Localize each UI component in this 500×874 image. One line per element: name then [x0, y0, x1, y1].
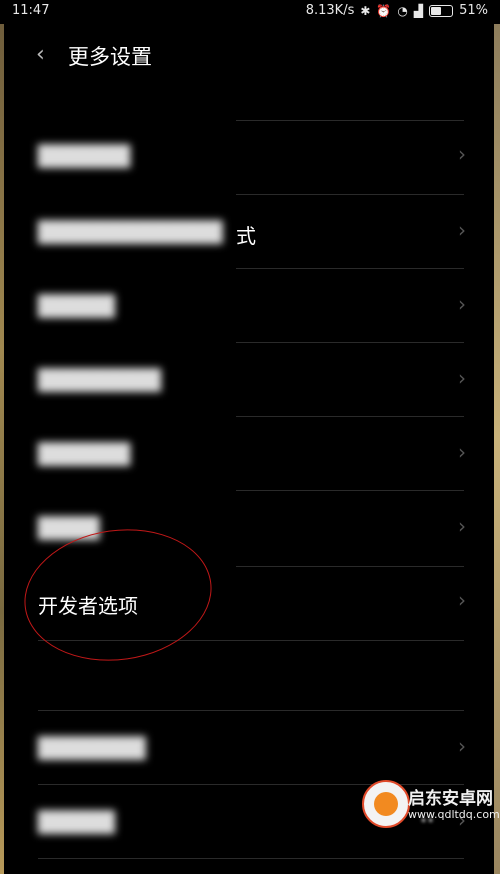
list-item[interactable]: ██████ › — [0, 120, 500, 194]
watermark-url: www.qdltdq.com — [408, 808, 500, 821]
list-item[interactable]: ███████ › — [0, 712, 500, 786]
list-item[interactable]: ██████ › — [0, 418, 500, 492]
list-item-label: ██████ — [38, 442, 131, 466]
chevron-right-icon: › — [458, 218, 466, 242]
battery-fill — [431, 6, 441, 15]
chevron-right-icon: › — [458, 142, 466, 166]
watermark: 启东安卓网 www.qdltdq.com — [360, 776, 500, 868]
list-item-label: ███████ — [38, 736, 146, 760]
list-item-label: █████ — [38, 294, 115, 318]
chevron-right-icon: › — [458, 514, 466, 538]
list-divider — [236, 490, 464, 491]
partial-label-suffix: 式 — [236, 224, 256, 248]
chevron-right-icon: › — [458, 588, 466, 612]
watermark-logo-icon — [362, 780, 410, 828]
chevron-left-icon[interactable]: ‹ — [36, 42, 45, 67]
header: ‹ 更多设置 — [0, 28, 500, 84]
status-time: 11:47 — [12, 3, 50, 18]
watermark-logo-inner — [374, 792, 398, 816]
list-divider — [236, 566, 464, 567]
list-item[interactable]: █████ › — [0, 270, 500, 344]
list-divider — [236, 268, 464, 269]
list-item-label: █████ — [38, 810, 115, 834]
battery-icon — [429, 4, 454, 17]
network-speed: 8.13K/s — [305, 3, 355, 18]
list-divider — [236, 416, 464, 417]
list-divider — [236, 194, 464, 195]
chevron-right-icon: › — [458, 734, 466, 758]
status-icons: 8.13K/s ✱ ⏰ ◔ ▟ 51% — [306, 3, 488, 18]
list-divider — [236, 342, 464, 343]
list-divider — [38, 710, 464, 711]
alarm-icon: ⏰ — [376, 3, 392, 18]
list-item-label: ██████ — [38, 144, 131, 168]
chevron-right-icon: › — [458, 440, 466, 464]
list-item-label: ████████ — [38, 368, 162, 392]
battery-percent: 51% — [459, 3, 488, 18]
wifi-icon: ◔ — [397, 3, 408, 18]
page-title: 更多设置 — [68, 45, 152, 69]
chevron-right-icon: › — [458, 366, 466, 390]
chevron-right-icon: › — [458, 292, 466, 316]
watermark-name: 启东安卓网 — [408, 789, 493, 809]
bluetooth-icon: ✱ — [360, 3, 371, 18]
signal-icon: ▟ — [413, 3, 424, 18]
status-bar: 11:47 8.13K/s ✱ ⏰ ◔ ▟ 51% — [0, 0, 500, 24]
list-divider — [236, 120, 464, 121]
list-item-label: ████████████ — [38, 220, 223, 244]
list-item[interactable]: ████████ › — [0, 344, 500, 418]
